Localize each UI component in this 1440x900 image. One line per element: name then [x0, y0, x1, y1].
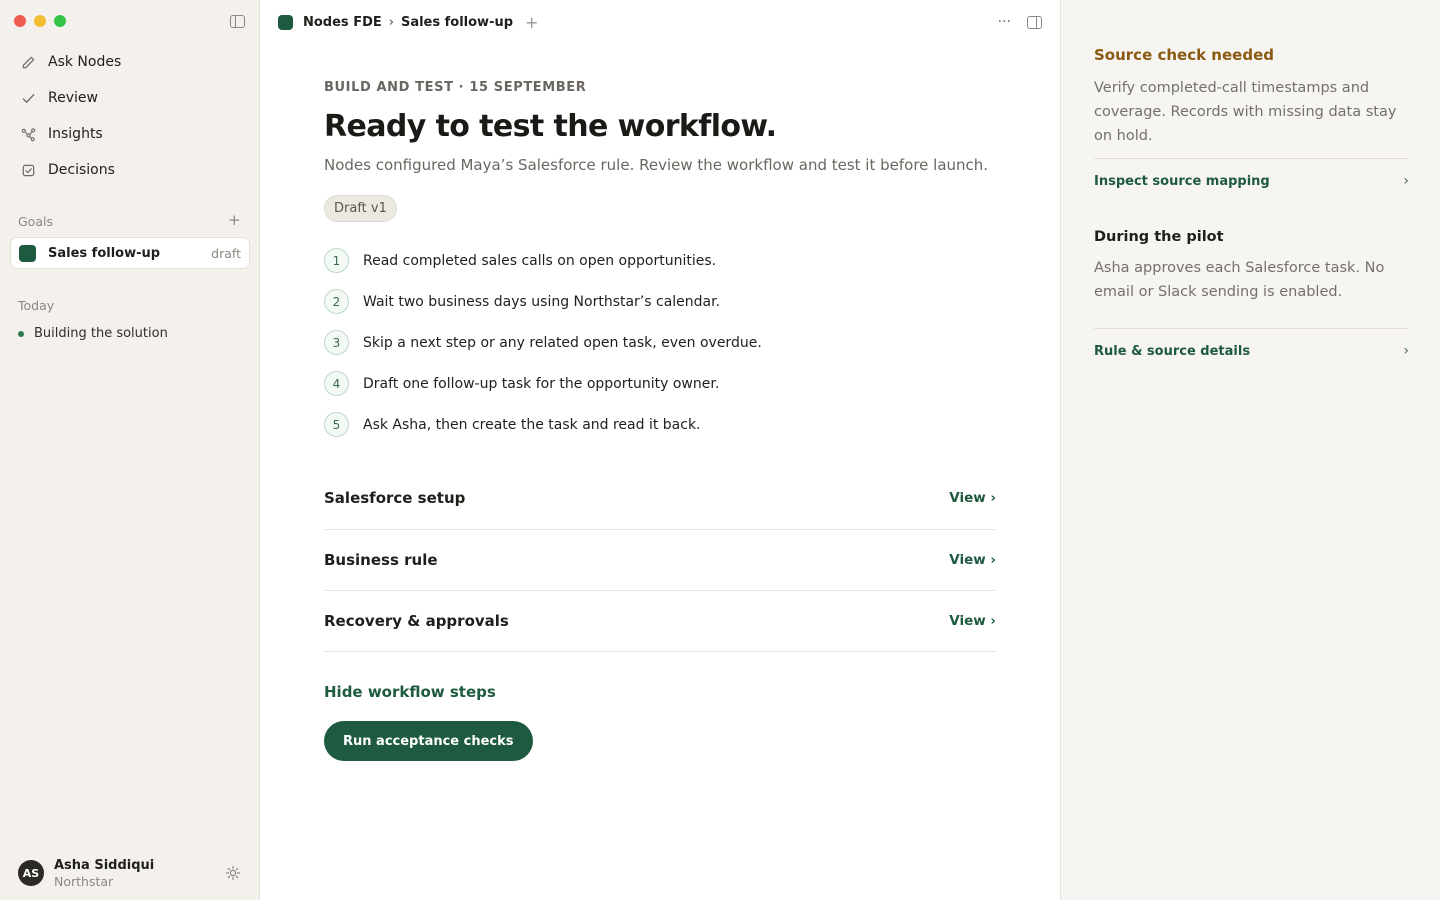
page-title: Ready to test the workflow. — [324, 109, 777, 144]
section-title: Recovery & approvals — [324, 612, 509, 630]
top-actions: ··· — [998, 12, 1042, 32]
check-icon — [20, 90, 36, 106]
step-number: 4 — [324, 371, 349, 396]
sidebar-item-decisions[interactable]: Decisions — [10, 152, 249, 188]
pilot-body: Asha approves each Salesforce task. No e… — [1094, 260, 1385, 300]
view-link[interactable]: View › — [949, 552, 996, 568]
sidebar-goal-sales-follow-up[interactable]: Sales follow-up draft — [10, 237, 250, 269]
add-tab-button[interactable]: + — [525, 13, 538, 32]
sidebar-toggle-icon[interactable] — [230, 15, 245, 28]
source-check-card: Source check needed Verify completed-cal… — [1094, 44, 1409, 203]
section-title: Business rule — [324, 551, 438, 569]
workflow-step: 5 Ask Asha, then create the task and rea… — [324, 412, 996, 437]
chevron-right-icon: › — [1403, 173, 1409, 189]
avatar: AS — [18, 860, 44, 886]
workflow-steps: 1 Read completed sales calls on open opp… — [324, 248, 996, 437]
step-text: Ask Asha, then create the task and read … — [363, 416, 701, 433]
source-check-title: Source check needed — [1094, 46, 1274, 64]
workflow-step: 2 Wait two business days using Northstar… — [324, 289, 996, 314]
today-section-label: Today — [18, 298, 55, 313]
add-goal-button[interactable]: + — [228, 211, 241, 229]
step-number: 2 — [324, 289, 349, 314]
today-item[interactable]: Building the solution — [18, 326, 168, 341]
workflow-content: BUILD AND TEST · 15 SEPTEMBER Ready to t… — [324, 78, 996, 761]
status-dot — [18, 330, 24, 337]
page-eyebrow: BUILD AND TEST · 15 SEPTEMBER — [324, 80, 587, 95]
sidebar-item-label: Review — [48, 90, 98, 106]
link-label: Rule & source details — [1094, 343, 1251, 359]
chevron-right-icon: › — [1403, 343, 1409, 359]
user-meta: Asha Siddiqui Northstar — [54, 857, 225, 890]
sidebar-item-insights[interactable]: Insights — [10, 116, 249, 152]
workflow-step: 1 Read completed sales calls on open opp… — [324, 248, 996, 273]
sidebar-item-label: Decisions — [48, 162, 115, 178]
pilot-card: During the pilot Asha approves each Sale… — [1094, 226, 1409, 373]
main-content: Nodes FDE › Sales follow-up + ··· BUILD … — [260, 0, 1060, 900]
goals-section-label: Goals — [18, 214, 53, 229]
settings-icon[interactable] — [225, 865, 241, 881]
today-item-label: Building the solution — [34, 326, 168, 341]
step-number: 5 — [324, 412, 349, 437]
link-label: Inspect source mapping — [1094, 173, 1270, 189]
sidebar: Ask Nodes Review Insights Decisions Goal… — [0, 0, 260, 900]
user-profile[interactable]: AS Asha Siddiqui Northstar — [18, 855, 241, 891]
workflow-step: 4 Draft one follow-up task for the oppor… — [324, 371, 996, 396]
goal-label: Sales follow-up — [48, 245, 161, 261]
step-number: 3 — [324, 330, 349, 355]
section-row-business-rule[interactable]: Business rule View › — [324, 530, 996, 591]
graph-nodes-icon — [20, 126, 36, 142]
step-text: Read completed sales calls on open oppor… — [363, 252, 717, 269]
right-panel: Source check needed Verify completed-cal… — [1060, 0, 1440, 900]
goal-color-swatch — [19, 244, 36, 262]
section-row-recovery-approvals[interactable]: Recovery & approvals View › — [324, 591, 996, 652]
rule-source-details-link[interactable]: Rule & source details › — [1094, 328, 1409, 373]
goal-status-badge: draft — [211, 245, 241, 261]
source-check-body: Verify completed-call timestamps and cov… — [1094, 80, 1397, 144]
sidebar-item-label: Insights — [48, 126, 103, 142]
workflow-step: 3 Skip a next step or any related open t… — [324, 330, 996, 355]
breadcrumb-workspace[interactable]: Nodes FDE — [303, 15, 382, 30]
page-subtitle: Nodes configured Maya’s Salesforce rule.… — [324, 156, 989, 174]
pilot-title: During the pilot — [1094, 229, 1224, 245]
right-panel-toggle-icon[interactable] — [1027, 15, 1042, 29]
pencil-icon — [20, 54, 36, 70]
step-text: Skip a next step or any related open tas… — [363, 334, 762, 351]
user-org: Northstar — [54, 873, 114, 889]
inspect-source-mapping-link[interactable]: Inspect source mapping › — [1094, 158, 1409, 203]
step-text: Draft one follow-up task for the opportu… — [363, 375, 720, 392]
hide-workflow-steps-link[interactable]: Hide workflow steps — [324, 683, 996, 701]
sidebar-item-ask-nodes[interactable]: Ask Nodes — [10, 44, 249, 80]
section-row-salesforce-setup[interactable]: Salesforce setup View › — [324, 467, 996, 530]
view-link[interactable]: View › — [949, 613, 996, 629]
minimize-window-button[interactable] — [34, 15, 46, 27]
user-name: Asha Siddiqui — [54, 857, 155, 873]
step-text: Wait two business days using Northstar’s… — [363, 293, 721, 310]
step-number: 1 — [324, 248, 349, 273]
detail-sections: Salesforce setup View › Business rule Vi… — [324, 467, 996, 652]
sidebar-item-label: Ask Nodes — [48, 54, 122, 70]
workspace-color-swatch — [278, 14, 293, 30]
breadcrumb: Nodes FDE › Sales follow-up + — [278, 12, 538, 32]
more-options-icon[interactable]: ··· — [998, 14, 1011, 30]
window-controls — [14, 15, 66, 27]
sidebar-item-review[interactable]: Review — [10, 80, 249, 116]
breadcrumb-separator: › — [388, 14, 394, 30]
section-title: Salesforce setup — [324, 489, 466, 507]
zoom-window-button[interactable] — [54, 15, 66, 27]
version-chip: Draft v1 — [324, 195, 397, 222]
breadcrumb-page[interactable]: Sales follow-up — [401, 15, 513, 30]
run-acceptance-checks-button[interactable]: Run acceptance checks — [324, 721, 533, 761]
close-window-button[interactable] — [14, 15, 26, 27]
sidebar-nav: Ask Nodes Review Insights Decisions — [10, 44, 249, 188]
checkbox-icon — [20, 162, 36, 178]
view-link[interactable]: View › — [949, 490, 996, 506]
